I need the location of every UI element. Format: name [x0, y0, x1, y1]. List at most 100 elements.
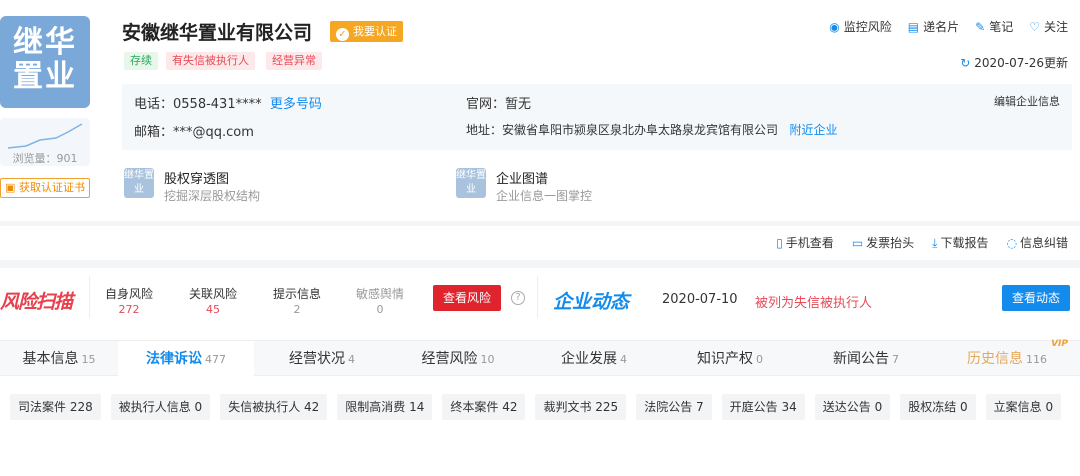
chip-judgments[interactable]: 裁判文书 225	[535, 394, 627, 420]
website-row: 官网：暂无	[466, 93, 531, 112]
pencil-icon: ✎	[975, 19, 986, 34]
trend-line-icon	[7, 123, 83, 149]
tab-basic-info[interactable]: 基本信息 15	[0, 341, 118, 377]
view-risk-button[interactable]: 查看风险	[433, 285, 501, 311]
enterprise-graph-icon: 继华置业	[456, 168, 486, 198]
sentiment-label: 敏感舆情	[355, 287, 404, 301]
tab-label: 知识产权	[697, 351, 753, 367]
heart-icon: ♡	[1029, 19, 1040, 34]
divider	[537, 276, 538, 318]
equity-chart-shortcut[interactable]: 继华置业 股权穿透图 挖掘深层股权结构	[124, 168, 260, 204]
more-phones-link[interactable]: 更多号码	[270, 97, 322, 112]
company-logo: 继华 置业	[0, 16, 90, 108]
phone-row: 电话：0558-431**** 更多号码	[134, 93, 322, 112]
enterprise-graph-sub: 企业信息一图掌控	[496, 189, 593, 203]
related-risk-item[interactable]: 关联风险 45	[186, 286, 240, 318]
address-label: 地址：	[466, 123, 503, 137]
header-actions: ◉ 监控风险 ▤ 递名片 ✎ 笔记 ♡ 关注	[829, 18, 1068, 35]
dynamics-logo: 企业动态	[553, 291, 630, 313]
tab-count: 0	[756, 353, 763, 366]
mobile-view-button[interactable]: ▯ 手机查看	[776, 234, 834, 251]
enterprise-graph-shortcut[interactable]: 继华置业 企业图谱企业信息一图掌控	[456, 168, 592, 204]
follow-button[interactable]: ♡ 关注	[1029, 18, 1068, 35]
equity-chart-icon: 继华置业	[124, 168, 154, 198]
tab-news[interactable]: 新闻公告 7	[798, 341, 934, 377]
notes-label: 笔记	[989, 20, 1014, 34]
logo-text-line2: 置业	[13, 59, 77, 94]
business-card-button[interactable]: ▤ 递名片	[908, 18, 959, 35]
tab-count: 10	[480, 353, 495, 366]
divider	[0, 260, 1080, 268]
update-info: ↻ 2020-07-26更新	[960, 54, 1068, 71]
chip-equity-freeze[interactable]: 股权冻结 0	[900, 394, 976, 420]
tip-info-count: 2	[293, 303, 301, 316]
certificate-label: 获取认证证书	[18, 181, 85, 194]
monitor-risk-label: 监控风险	[843, 20, 892, 34]
notes-button[interactable]: ✎ 笔记	[975, 18, 1013, 35]
follow-label: 关注	[1043, 20, 1068, 34]
nearby-link[interactable]: 附近企业	[789, 123, 837, 137]
enterprise-graph-title: 企业图谱	[496, 172, 549, 187]
tab-business-risk[interactable]: 经营风险 10	[390, 341, 526, 377]
certificate-icon: ▣	[5, 181, 16, 194]
divider	[0, 221, 1080, 226]
abnormal-badge[interactable]: 经营异常	[266, 52, 322, 70]
dishonest-badge[interactable]: 有失信被执行人	[166, 52, 255, 70]
dynamics-text[interactable]: 被列为失信被执行人	[755, 292, 872, 311]
logo-text-line1: 继华	[13, 25, 77, 60]
chip-final-cases[interactable]: 终本案件 42	[442, 394, 526, 420]
update-date: 2020-07-26更新	[974, 56, 1068, 70]
invoice-button[interactable]: ▭ 发票抬头	[852, 234, 914, 251]
tab-label: 法律诉讼	[146, 351, 202, 367]
check-icon: ✓	[336, 28, 349, 41]
website-value: 暂无	[505, 97, 532, 112]
tab-legal[interactable]: 法律诉讼 477	[118, 341, 254, 377]
monitor-risk-button[interactable]: ◉ 监控风险	[829, 18, 892, 35]
download-icon: ⤓	[932, 236, 938, 250]
chip-consumption-limit[interactable]: 限制高消费 14	[337, 394, 433, 420]
chip-service-notices[interactable]: 送达公告 0	[814, 394, 891, 420]
address-value: 安徽省阜阳市颍泉区泉北办阜太路泉龙宾馆有限公司	[502, 123, 779, 137]
tab-count: 7	[892, 353, 899, 366]
legal-filter-chips: 司法案件 228 被执行人信息 0 失信被执行人 42 限制高消费 14 终本案…	[10, 394, 1070, 420]
status-badge: 存续	[124, 52, 158, 70]
report-error-button[interactable]: ◌ 信息纠错	[1007, 234, 1069, 251]
verify-button[interactable]: ✓ 我要认证	[330, 21, 403, 42]
self-risk-count: 272	[118, 303, 140, 316]
tab-development[interactable]: 企业发展 4	[526, 341, 662, 377]
report-error-label: 信息纠错	[1019, 236, 1068, 250]
tip-info-item[interactable]: 提示信息 2	[270, 286, 324, 318]
chip-dishonest-executed[interactable]: 失信被执行人 42	[220, 394, 328, 420]
sentiment-count: 0	[376, 303, 384, 316]
tab-count: 4	[620, 353, 627, 366]
tab-ip[interactable]: 知识产权 0	[662, 341, 798, 377]
chip-judicial-cases[interactable]: 司法案件 228	[10, 394, 101, 420]
edit-info-link[interactable]: 编辑企业信息	[994, 93, 1060, 109]
tab-count: 4	[348, 353, 355, 366]
tool-bar: ▯ 手机查看 ▭ 发票抬头 ⤓ 下载报告 ◌ 信息纠错	[776, 234, 1068, 251]
chip-executed-persons[interactable]: 被执行人信息 0	[110, 394, 211, 420]
refresh-icon[interactable]: ↻	[960, 56, 970, 70]
download-report-label: 下载报告	[940, 236, 989, 250]
company-name: 安徽继华置业有限公司	[122, 22, 313, 44]
tab-label: 经营状况	[289, 351, 345, 367]
eye-icon: ◉	[829, 19, 840, 34]
tab-label: 企业发展	[561, 351, 617, 367]
download-report-button[interactable]: ⤓ 下载报告	[932, 234, 988, 251]
self-risk-label: 自身风险	[104, 287, 153, 301]
self-risk-item[interactable]: 自身风险 272	[102, 286, 156, 318]
view-dynamics-button[interactable]: 查看动态	[1002, 285, 1070, 311]
risk-scan-logo: 风险扫描	[0, 291, 73, 313]
tab-operations[interactable]: 经营状况 4	[254, 341, 390, 377]
chip-court-notices[interactable]: 法院公告 7	[636, 394, 712, 420]
email-label: 邮箱：	[134, 125, 174, 140]
help-icon[interactable]: ?	[511, 291, 525, 305]
sentiment-item[interactable]: 敏感舆情 0	[353, 286, 407, 318]
tab-count: 116	[1026, 353, 1047, 366]
get-certificate-button[interactable]: ▣ 获取认证证书	[0, 178, 90, 198]
contact-info: 电话：0558-431**** 更多号码 官网：暂无 编辑企业信息 邮箱：***…	[122, 84, 1072, 150]
section-tabs: 基本信息 15 法律诉讼 477 经营状况 4 经营风险 10 企业发展 4 知识产权 0 …	[0, 340, 1080, 377]
chip-hearing-notices[interactable]: 开庭公告 34	[721, 394, 805, 420]
chip-case-filing[interactable]: 立案信息 0	[985, 394, 1062, 420]
invoice-icon: ▭	[851, 236, 864, 250]
